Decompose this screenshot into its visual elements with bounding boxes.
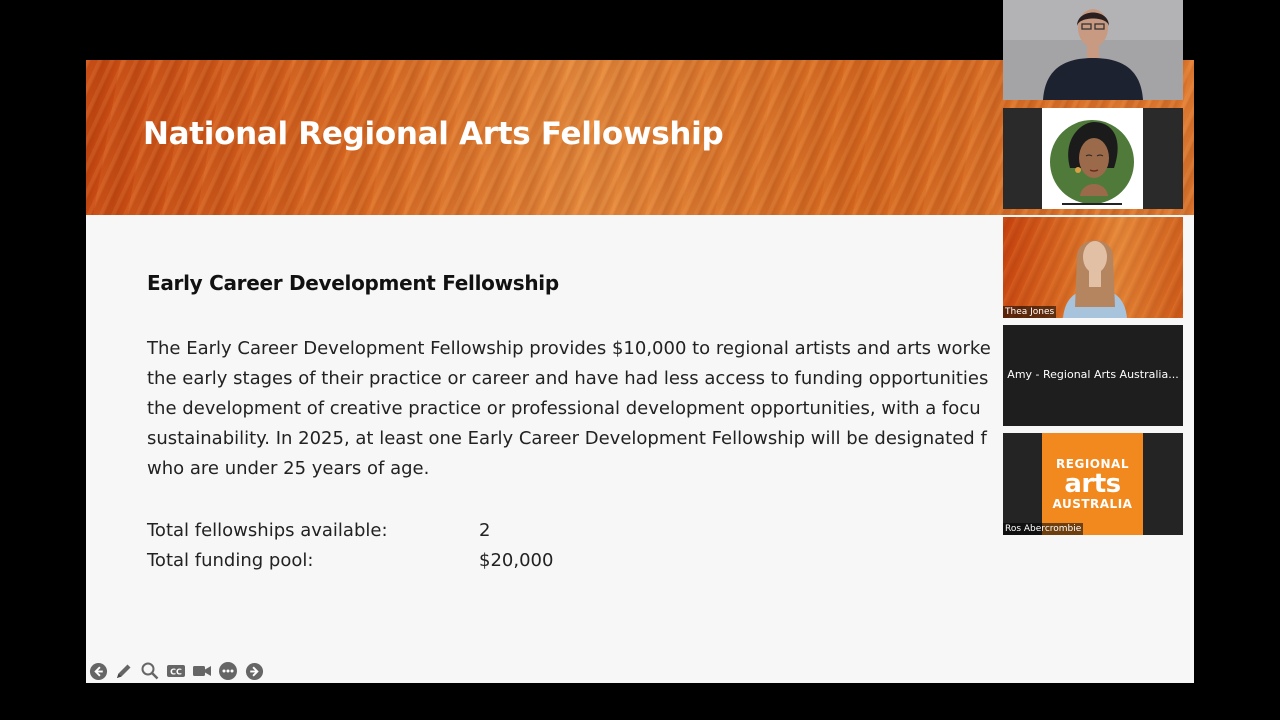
video-camera-icon[interactable]	[192, 661, 212, 681]
participant-video-tile[interactable]	[1003, 108, 1183, 209]
participant-video-tile[interactable]: REGIONAL arts AUSTRALIA Ros Abercrombie	[1003, 433, 1183, 535]
stats-list: Total fellowships available: 2 Total fun…	[147, 516, 747, 576]
stat-label: Total funding pool:	[147, 550, 314, 571]
participant-name: Amy - Regional Arts Australia...	[1007, 368, 1179, 381]
regional-arts-australia-logo: REGIONAL arts AUSTRALIA	[1042, 433, 1143, 535]
participant-video	[1003, 0, 1183, 100]
pen-icon[interactable]	[114, 661, 134, 681]
slide-title: National Regional Arts Fellowship	[143, 116, 724, 152]
participant-video-tile[interactable]	[1003, 0, 1183, 100]
participant-avatar	[1042, 108, 1143, 209]
participant-video-tile[interactable]: Thea Jones	[1003, 217, 1183, 318]
stat-label: Total fellowships available:	[147, 520, 388, 541]
forward-arrow-icon[interactable]	[244, 661, 264, 681]
participant-video-tile[interactable]: Amy - Regional Arts Australia...	[1003, 325, 1183, 426]
participant-name: Ros Abercrombie	[1003, 523, 1084, 535]
participant-name: Thea Jones	[1003, 306, 1057, 318]
illustrated-portrait-icon	[1042, 108, 1143, 209]
stat-value: 2	[479, 520, 491, 541]
back-arrow-icon[interactable]	[88, 661, 108, 681]
logo-line-2: arts	[1064, 469, 1121, 499]
stat-value: $20,000	[479, 550, 554, 571]
cc-label: CC	[170, 668, 182, 677]
presentation-toolbar: CC	[88, 660, 264, 682]
closed-captions-icon[interactable]: CC	[166, 661, 186, 681]
logo-line-3: AUSTRALIA	[1052, 497, 1133, 511]
participant-video	[1063, 240, 1127, 318]
stat-row-funding: Total funding pool: $20,000	[147, 546, 747, 576]
slide-heading: Early Career Development Fellowship	[147, 271, 559, 295]
zoom-icon[interactable]	[140, 661, 160, 681]
more-options-icon[interactable]	[218, 661, 238, 681]
stat-row-fellowships: Total fellowships available: 2	[147, 516, 747, 546]
